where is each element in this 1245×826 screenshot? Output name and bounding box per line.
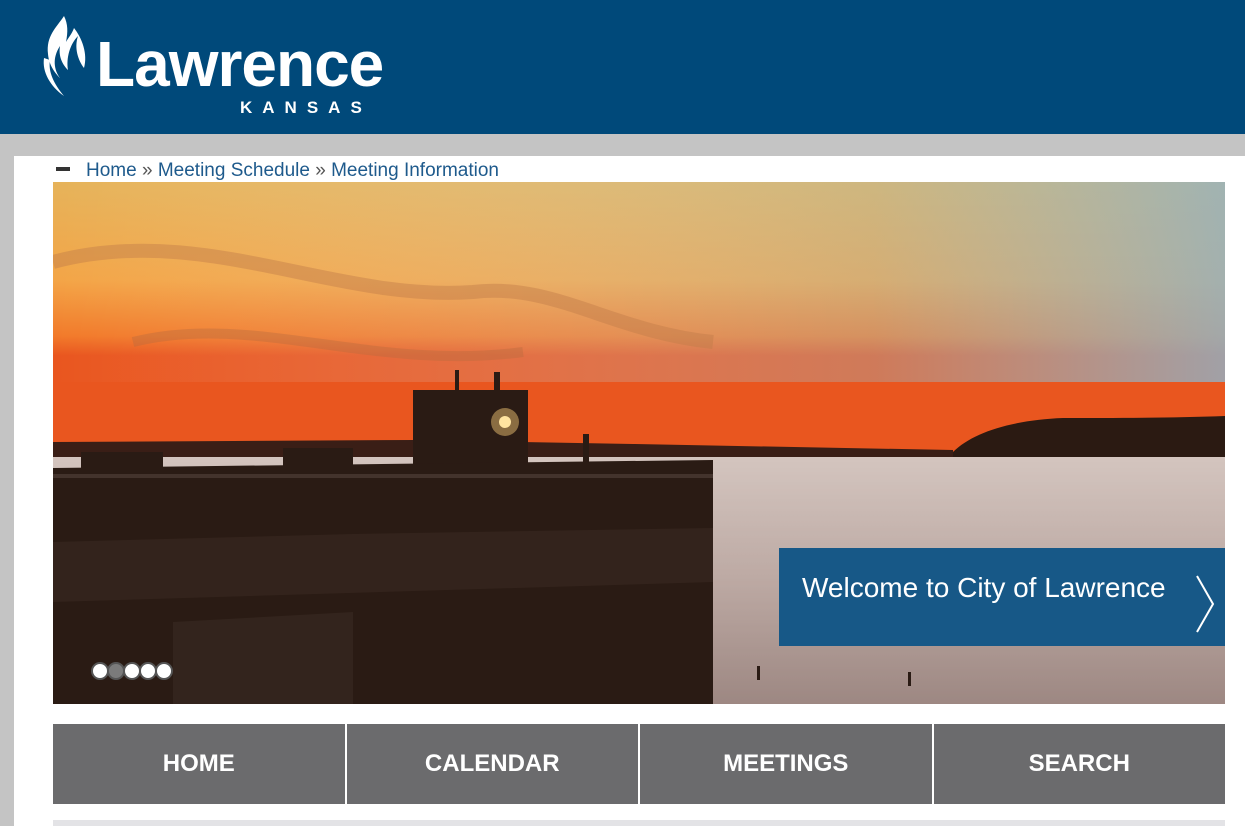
breadcrumb-separator: » — [315, 160, 326, 181]
breadcrumb-meeting-schedule[interactable]: Meeting Schedule — [158, 160, 310, 181]
flame-icon — [43, 16, 86, 96]
nav-calendar[interactable]: CALENDAR — [346, 724, 640, 804]
breadcrumb-home[interactable]: Home — [86, 160, 137, 181]
content-divider — [53, 820, 1225, 826]
site-header: Lawrence KANSAS — [0, 0, 1245, 134]
breadcrumb-separator: » — [141, 160, 153, 181]
nav-meetings[interactable]: MEETINGS — [640, 724, 934, 804]
logo-wordmark: Lawrence — [96, 28, 384, 100]
breadcrumb-meeting-information[interactable]: Meeting Information — [331, 160, 499, 181]
slide-dot[interactable] — [155, 662, 173, 680]
hero-caption[interactable]: Welcome to City of Lawrence — [779, 548, 1225, 646]
chevron-right-icon[interactable] — [1193, 574, 1217, 634]
site-logo[interactable]: Lawrence KANSAS — [38, 14, 438, 124]
logo-state: KANSAS — [240, 98, 372, 117]
main-nav: HOME CALENDAR MEETINGS SEARCH — [53, 724, 1225, 804]
minus-icon[interactable] — [56, 166, 70, 171]
nav-search[interactable]: SEARCH — [933, 724, 1225, 804]
caption-text: Welcome to City of Lawrence — [802, 572, 1166, 603]
hero-slideshow[interactable]: Welcome to City of Lawrence — [53, 182, 1225, 704]
nav-home[interactable]: HOME — [53, 724, 347, 804]
slide-indicators — [91, 662, 173, 684]
main-content: Home » Meeting Schedule » Meeting Inform… — [14, 156, 1245, 826]
breadcrumb: Home » Meeting Schedule » Meeting Inform… — [56, 158, 499, 184]
